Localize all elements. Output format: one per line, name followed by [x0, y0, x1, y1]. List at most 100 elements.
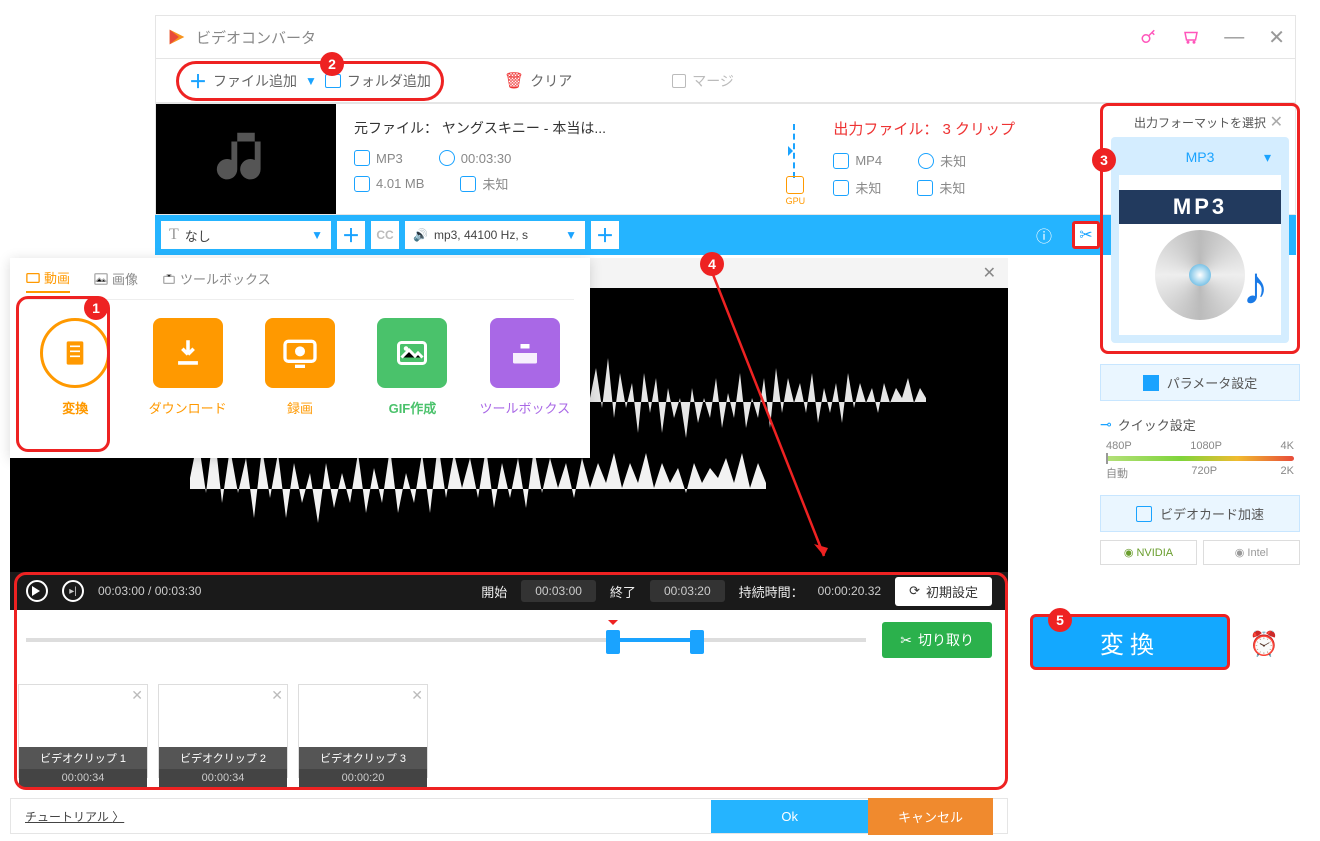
plus-icon: ＋ [189, 68, 207, 94]
src-size: 4.01 MB [376, 176, 424, 191]
editor-bottom-bar: チュートリアル 〉 Ok キャンセル [10, 798, 1008, 834]
video-tab-icon [26, 271, 40, 285]
tutorial-link[interactable]: チュートリアル 〉 [25, 808, 124, 825]
add-folder-button[interactable]: フォルダ追加 [325, 71, 431, 91]
clip-item[interactable]: ✕ ビデオクリップ 2 00:00:34 [158, 684, 288, 778]
key-icon[interactable] [1140, 28, 1158, 46]
resolution-icon [917, 180, 933, 196]
subtitle-value: なし [185, 226, 211, 245]
add-file-dropdown[interactable]: ▼ [305, 74, 317, 88]
merge-icon [672, 74, 686, 88]
source-info: 元ファイル： ヤングスキニー - 本当は... MP3 00:03:30 4.0… [336, 104, 775, 214]
out-size: 未知 [855, 178, 881, 197]
add-subtitle-button[interactable]: ＋ [337, 221, 365, 249]
tab-toolbox[interactable]: ツールボックス [162, 268, 271, 293]
schedule-icon[interactable]: ⏰ [1244, 624, 1284, 664]
trim-track[interactable] [26, 638, 866, 642]
conversion-arrow: GPU [775, 104, 815, 214]
format-badge: MP3 [1119, 190, 1281, 224]
marker-icon: ⊸ [1100, 416, 1112, 433]
src-format: MP3 [376, 151, 403, 166]
info-icon[interactable]: ⓘ [1034, 225, 1054, 245]
callout-badge-1: 1 [84, 296, 108, 320]
chip-icon [1136, 506, 1152, 522]
source-file-label: 元ファイル： ヤングスキニー - 本当は... [354, 118, 757, 138]
cart-icon[interactable] [1182, 28, 1200, 46]
mode-selector-panel: 動画 画像 ツールボックス 変換 ダウンロード 録画 GIF作成 ツールボックス [10, 258, 590, 458]
toolbox-tab-icon [162, 272, 176, 286]
callout-badge-2: 2 [320, 52, 344, 76]
clear-label: クリア [530, 71, 572, 91]
add-file-button[interactable]: ＋ ファイル追加 [189, 68, 297, 94]
folder-size-icon [354, 176, 370, 192]
subtitle-select[interactable]: T なし ▼ [161, 221, 331, 249]
clock-icon [439, 150, 455, 166]
mode-convert[interactable]: 変換 [26, 318, 124, 417]
disc-icon [1155, 230, 1245, 320]
trim-track-row: ✂切り取り [10, 610, 1008, 670]
tab-video[interactable]: 動画 [26, 268, 70, 293]
end-time-input[interactable]: 00:03:20 [650, 580, 725, 602]
src-duration: 00:03:30 [461, 151, 512, 166]
parameter-settings-button[interactable]: パラメータ設定 [1100, 364, 1300, 401]
playback-bar: ▸| 00:03:00 / 00:03:30 開始 00:03:00 終了 00… [10, 572, 1008, 610]
cancel-button[interactable]: キャンセル [868, 798, 993, 835]
minimize-icon[interactable]: — [1224, 26, 1244, 49]
resolution-slider[interactable] [1106, 456, 1294, 461]
clear-button[interactable]: 🗑 クリア [504, 71, 572, 91]
file-thumbnail [156, 104, 336, 214]
out-res: 未知 [939, 178, 965, 197]
add-file-label: ファイル追加 [213, 71, 297, 91]
audio-value: mp3, 44100 Hz, s [434, 228, 528, 242]
trash-icon: 🗑 [504, 71, 524, 91]
music-note-icon: ♪ [1242, 255, 1269, 317]
close-icon[interactable]: ✕ [1268, 25, 1285, 50]
tab-image[interactable]: 画像 [94, 268, 138, 293]
refresh-icon: ⟳ [909, 583, 920, 599]
format-dropdown[interactable]: MP3 [1119, 145, 1281, 169]
src-res: 未知 [482, 174, 508, 193]
duration-label: 持続時間： [739, 582, 804, 601]
play-segment-button[interactable]: ▸| [62, 580, 84, 602]
duration-value: 00:00:20.32 [818, 584, 881, 598]
callout-badge-4: 4 [700, 252, 724, 276]
gpu-acceleration-button[interactable]: ビデオカード加速 [1100, 495, 1300, 532]
add-file-group: ＋ ファイル追加 ▼ フォルダ追加 [176, 61, 444, 101]
music-note-icon [211, 124, 281, 194]
format-title: 出力フォーマットを選択 [1111, 114, 1289, 131]
merge-label: マージ [692, 71, 734, 91]
mode-download[interactable]: ダウンロード [138, 318, 236, 417]
playback-time: 00:03:00 / 00:03:30 [98, 584, 201, 598]
remove-clip-icon[interactable]: ✕ [271, 687, 283, 704]
clip-item[interactable]: ✕ ビデオクリップ 1 00:00:34 [18, 684, 148, 778]
format-selector-box: 出力フォーマットを選択 MP3 MP3 ♪ [1100, 103, 1300, 354]
trim-start-handle[interactable] [606, 630, 620, 654]
gif-icon [394, 335, 430, 371]
remove-clip-icon[interactable]: ✕ [131, 687, 143, 704]
out-duration: 未知 [940, 151, 966, 170]
subtitle-t-icon: T [169, 226, 179, 244]
cut-button[interactable]: ✂切り取り [882, 622, 992, 658]
play-button[interactable] [26, 580, 48, 602]
mode-gif[interactable]: GIF作成 [363, 318, 461, 417]
resolution-icon [460, 176, 476, 192]
app-logo-icon [166, 26, 188, 48]
audio-track-select[interactable]: 🔊 mp3, 44100 Hz, s ▼ [405, 221, 585, 249]
trim-end-handle[interactable] [690, 630, 704, 654]
mode-toolbox[interactable]: ツールボックス [476, 318, 574, 417]
mode-record[interactable]: 録画 [251, 318, 349, 417]
reset-button[interactable]: ⟳初期設定 [895, 577, 992, 606]
chevron-down-icon: ▼ [565, 228, 577, 242]
add-folder-label: フォルダ追加 [347, 71, 431, 91]
ok-button[interactable]: Ok [711, 800, 868, 833]
merge-button[interactable]: マージ [672, 71, 734, 91]
add-audio-button[interactable]: ＋ [591, 221, 619, 249]
clip-item[interactable]: ✕ ビデオクリップ 3 00:00:20 [298, 684, 428, 778]
clips-list: ✕ ビデオクリップ 1 00:00:34 ✕ ビデオクリップ 2 00:00:3… [10, 676, 1008, 786]
toolbox-icon [507, 335, 543, 371]
gpu-badge: GPU [786, 176, 806, 206]
start-time-input[interactable]: 00:03:00 [521, 580, 596, 602]
cc-button[interactable]: CC [371, 221, 399, 249]
remove-clip-icon[interactable]: ✕ [411, 687, 423, 704]
cut-tool-button[interactable]: ✂ [1072, 221, 1100, 249]
